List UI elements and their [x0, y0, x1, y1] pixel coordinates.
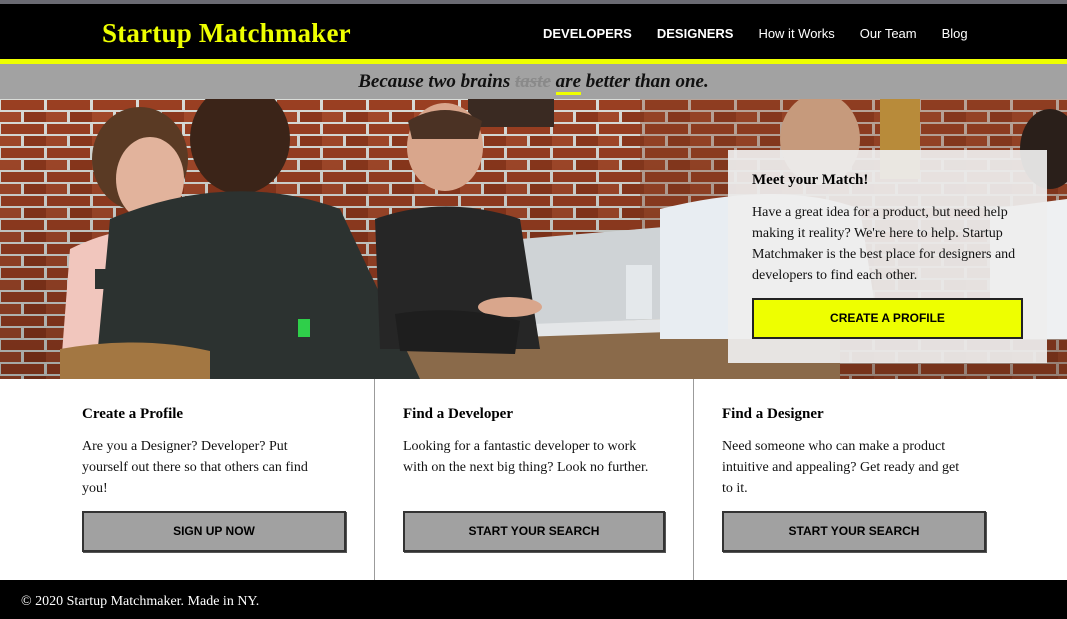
main-nav: DEVELOPERS DESIGNERS How it Works Our Te…: [543, 26, 968, 41]
tagline-bar: Because two brains taste are better than…: [0, 64, 1067, 99]
feature-find-developer: Find a Developer Looking for a fantastic…: [375, 379, 694, 580]
nav-how-it-works[interactable]: How it Works: [758, 26, 834, 41]
feature-body: Looking for a fantastic developer to wor…: [403, 439, 649, 475]
match-card-body: Have a great idea for a product, but nee…: [752, 205, 1016, 283]
hero-section: Meet your Match! Have a great idea for a…: [0, 99, 1067, 379]
feature-find-designer: Find a Designer Need someone who can mak…: [694, 379, 1067, 580]
feature-body: Need someone who can make a product intu…: [722, 439, 960, 496]
search-developers-button[interactable]: START YOUR SEARCH: [403, 511, 665, 552]
footer: © 2020 Startup Matchmaker. Made in NY.: [0, 580, 1067, 619]
feature-body: Are you a Designer? Developer? Put yours…: [82, 439, 308, 496]
tagline-part1: Because two brains: [358, 71, 516, 92]
nav-developers[interactable]: DEVELOPERS: [543, 26, 632, 41]
nav-our-team[interactable]: Our Team: [860, 26, 917, 41]
meet-your-match-card: Meet your Match! Have a great idea for a…: [728, 150, 1047, 363]
tagline-underlined-word: are: [555, 71, 581, 95]
tagline: Because two brains taste are better than…: [358, 71, 709, 95]
tagline-space: [551, 71, 556, 92]
feature-create-profile: Create a Profile Are you a Designer? Dev…: [0, 379, 375, 580]
feature-title: Create a Profile: [82, 406, 184, 422]
search-designers-button[interactable]: START YOUR SEARCH: [722, 511, 986, 552]
features-section: Create a Profile Are you a Designer? Dev…: [0, 379, 1067, 580]
match-card-title: Meet your Match!: [752, 172, 869, 188]
nav-designers[interactable]: DESIGNERS: [657, 26, 734, 41]
tagline-struck-word: taste: [515, 71, 551, 92]
feature-title: Find a Designer: [722, 406, 824, 422]
feature-title: Find a Developer: [403, 406, 513, 422]
top-navbar: Startup Matchmaker DEVELOPERS DESIGNERS …: [0, 0, 1067, 59]
nav-blog[interactable]: Blog: [942, 26, 968, 41]
create-profile-button[interactable]: CREATE A PROFILE: [752, 298, 1023, 339]
sign-up-now-button[interactable]: SIGN UP NOW: [82, 511, 346, 552]
brand-logo[interactable]: Startup Matchmaker: [102, 18, 351, 49]
tagline-part2: better than one.: [581, 71, 709, 92]
footer-copyright: © 2020 Startup Matchmaker. Made in NY.: [21, 594, 260, 609]
